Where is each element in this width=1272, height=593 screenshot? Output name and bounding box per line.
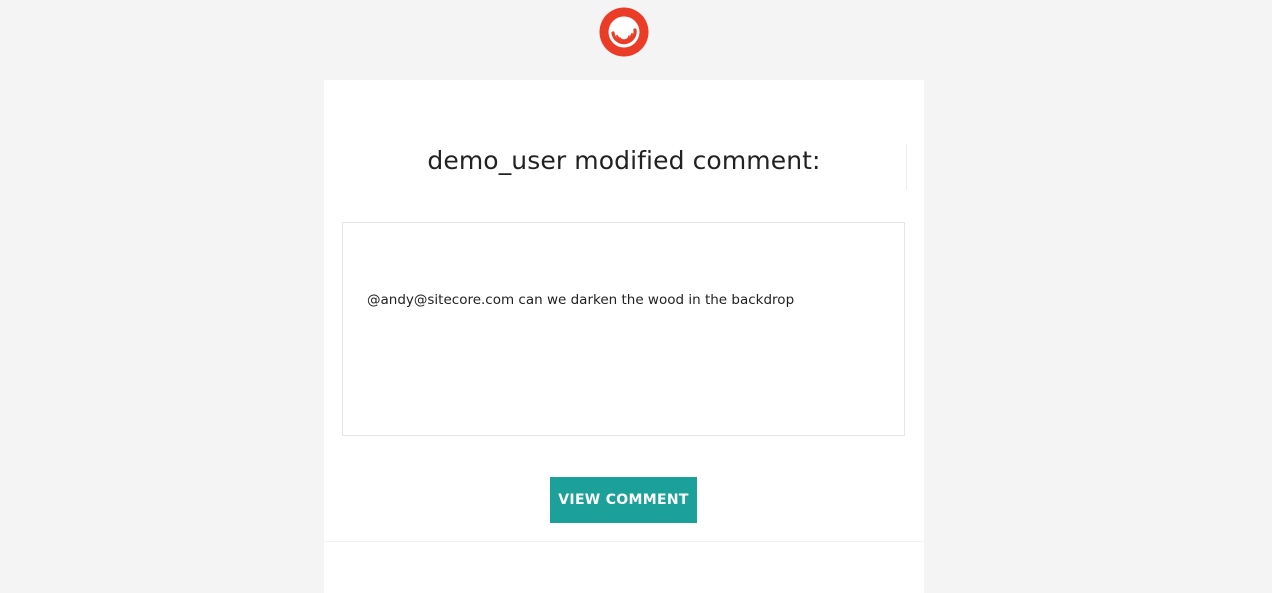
view-comment-button[interactable]: VIEW COMMENT (550, 477, 697, 523)
title-divider (906, 144, 907, 190)
notification-card: demo_user modified comment: @andy@siteco… (324, 80, 924, 593)
sitecore-logo-icon (599, 7, 649, 57)
footer-divider (324, 541, 924, 542)
comment-text: @andy@sitecore.com can we darken the woo… (367, 292, 795, 308)
comment-box: @andy@sitecore.com can we darken the woo… (342, 222, 905, 436)
notification-title: demo_user modified comment: (427, 146, 821, 175)
